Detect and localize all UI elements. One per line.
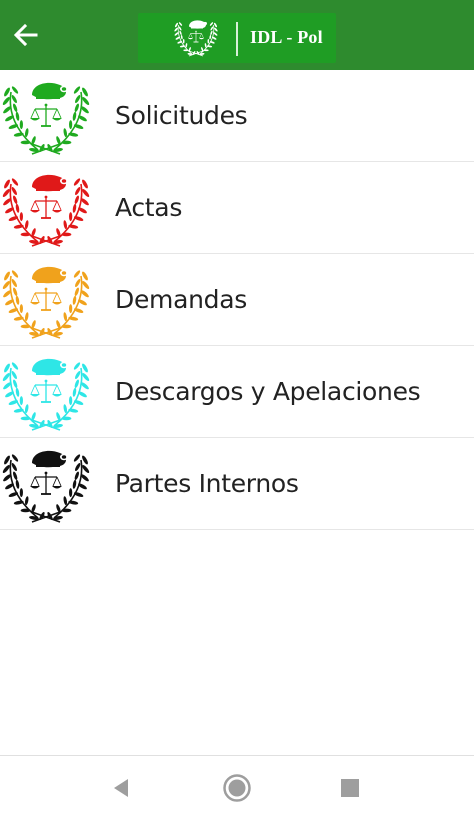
back-button[interactable] [8,17,44,53]
menu-list: Solicitudes Actas Demandas Descargos y A… [0,70,474,530]
police-emblem-icon [2,174,90,247]
triangle-back-icon [114,779,128,797]
menu-item-label: Descargos y Apelaciones [115,377,421,406]
circle-home-icon [223,774,251,802]
menu-item-label: Partes Internos [115,469,299,498]
app-logo: IDL - Pol [138,13,336,63]
logo-divider [236,22,238,56]
app-bar: IDL - Pol [0,0,474,70]
system-navigation-bar [0,755,474,819]
police-emblem-icon [2,450,90,523]
logo-text: IDL - Pol [250,27,323,47]
menu-item-descargos-apelaciones[interactable]: Descargos y Apelaciones [0,346,474,438]
menu-item-label: Solicitudes [115,101,248,130]
menu-item-label: Demandas [115,285,247,314]
menu-item-partes-internos[interactable]: Partes Internos [0,438,474,530]
arrow-left-icon [13,23,38,47]
police-emblem-icon [2,266,90,339]
system-recents-button[interactable] [334,772,366,804]
police-emblem-icon [2,82,90,155]
menu-item-label: Actas [115,193,183,222]
system-back-button[interactable] [106,772,138,804]
logo-emblem-icon [174,20,218,57]
menu-item-actas[interactable]: Actas [0,162,474,254]
police-emblem-icon [2,358,90,431]
system-home-button[interactable] [221,772,253,804]
square-recents-icon [341,779,359,797]
menu-item-demandas[interactable]: Demandas [0,254,474,346]
menu-item-solicitudes[interactable]: Solicitudes [0,70,474,162]
